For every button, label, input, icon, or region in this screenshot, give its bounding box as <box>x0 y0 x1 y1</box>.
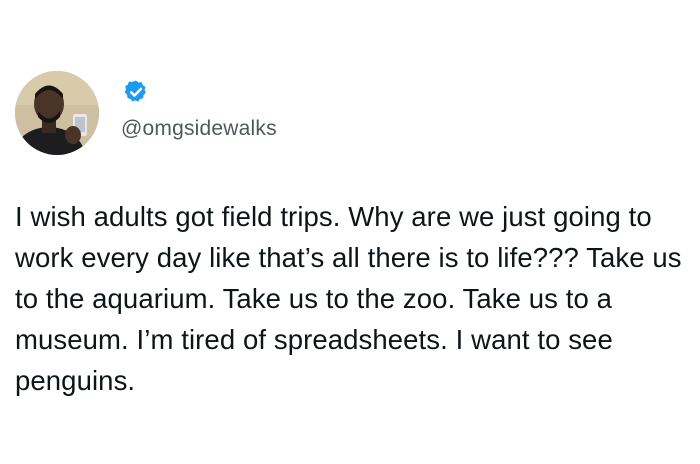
avatar[interactable] <box>15 71 99 155</box>
tweet-text: I wish adults got field trips. Why are w… <box>15 201 682 396</box>
verified-badge-icon <box>124 80 146 102</box>
tweet-header: @omgsidewalks <box>15 70 381 156</box>
tweet-card: @omgsidewalks I wish adults got field tr… <box>0 0 700 464</box>
avatar-photo <box>15 71 99 155</box>
identity: @omgsidewalks <box>121 71 381 155</box>
user-handle[interactable]: @omgsidewalks <box>121 117 277 141</box>
